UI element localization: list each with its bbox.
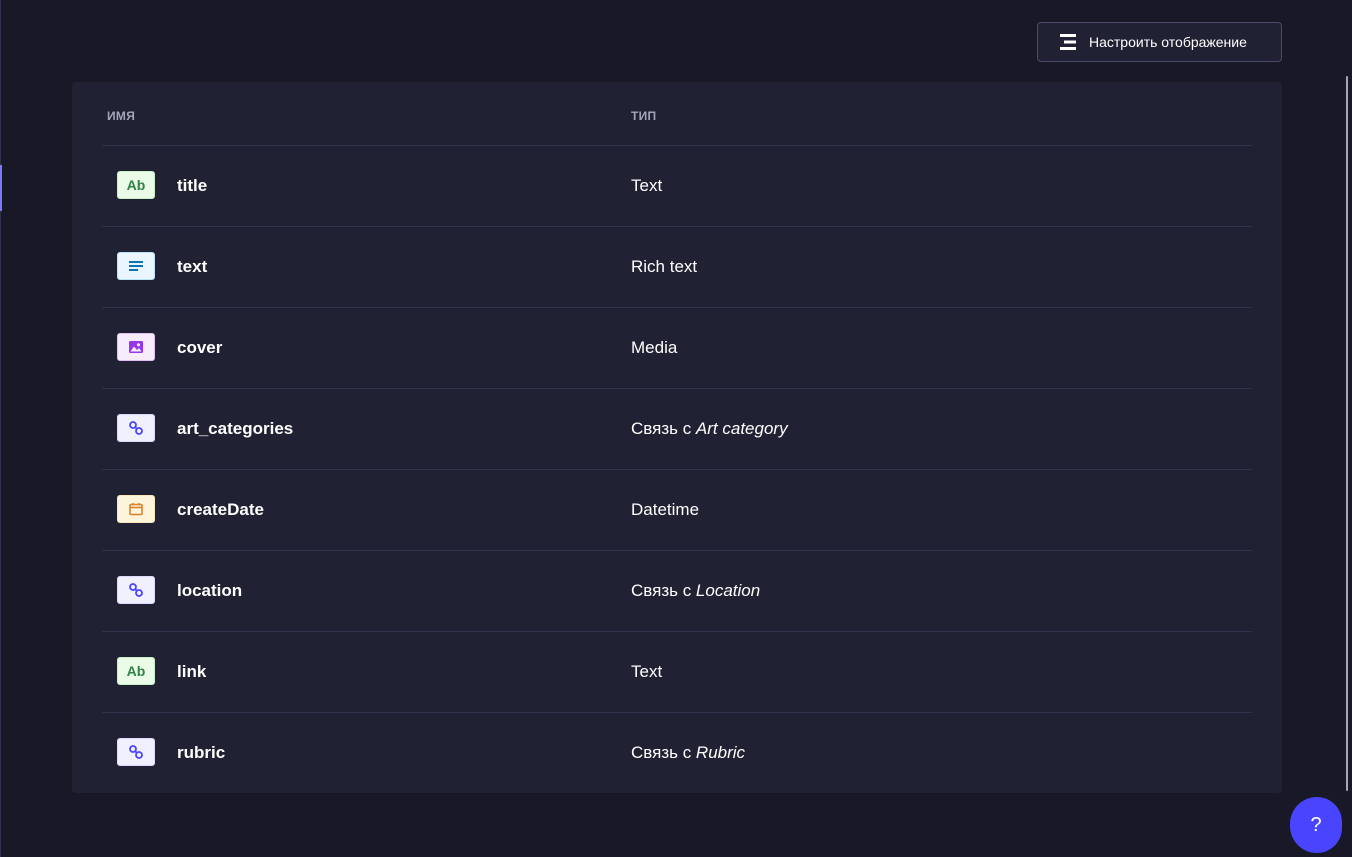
field-type: Rich text [631,257,697,277]
scrollbar[interactable] [1346,76,1348,791]
table-row[interactable]: Ab title Text [102,146,1252,227]
field-type: Связь с Location [631,581,760,601]
field-type-label: Text [631,662,663,681]
table-row[interactable]: createDate Datetime [102,470,1252,551]
layout-icon [1058,32,1078,52]
table-row[interactable]: Ab link Text [102,632,1252,713]
field-type-target: Rubric [695,743,746,762]
media-icon [117,333,155,361]
help-button[interactable]: ? [1290,797,1342,853]
relation-icon [117,738,155,766]
field-type: Datetime [631,500,699,520]
field-type-target: Art category [695,419,788,438]
table-row[interactable]: cover Media [102,308,1252,389]
configure-view-label: Настроить отображение [1089,34,1247,50]
text-field-icon: Ab [117,171,155,199]
field-type-target: Location [695,581,761,600]
table-row[interactable]: art_categories Связь с Art category [102,389,1252,470]
table-header: ИМЯ ТИП [102,82,1252,146]
calendar-icon [117,495,155,523]
column-header-type: ТИП [631,109,657,123]
column-header-name: ИМЯ [107,109,136,123]
table-row[interactable]: text Rich text [102,227,1252,308]
field-type-label: Связь с [631,581,696,600]
configure-view-button[interactable]: Настроить отображение [1037,22,1282,62]
field-name: location [177,581,243,600]
text-field-icon-label: Ab [126,663,146,679]
table-row[interactable]: rubric Связь с Rubric [102,713,1252,793]
field-name: rubric [177,743,226,762]
text-field-icon: Ab [117,657,155,685]
field-type-label: Связь с [631,419,696,438]
field-type: Связь с Rubric [631,743,745,763]
relation-icon [117,576,155,604]
field-name: art_categories [177,419,294,438]
field-type: Связь с Art category [631,419,788,439]
field-name: cover [177,338,223,357]
field-name: createDate [177,500,264,519]
field-name: link [177,662,207,681]
field-type: Text [631,662,662,682]
relation-icon [117,414,155,442]
field-name: text [177,257,208,276]
rich-text-icon [117,252,155,280]
field-type-label: Text [631,176,663,195]
fields-table: ИМЯ ТИП Ab title Text text Rich text cov… [72,82,1282,793]
field-name: title [177,176,208,195]
field-type-label: Rich text [631,257,698,276]
help-icon: ? [1310,813,1322,836]
field-type: Text [631,176,662,196]
field-type-label: Связь с [631,743,696,762]
field-type-label: Datetime [631,500,700,519]
field-type: Media [631,338,677,358]
left-panel-active-indicator [0,165,2,211]
text-field-icon-label: Ab [126,177,146,193]
table-row[interactable]: location Связь с Location [102,551,1252,632]
field-type-label: Media [631,338,678,357]
left-panel-border [0,0,1,857]
content-type-fields-page: Настроить отображение ИМЯ ТИП Ab title T… [0,0,1352,857]
